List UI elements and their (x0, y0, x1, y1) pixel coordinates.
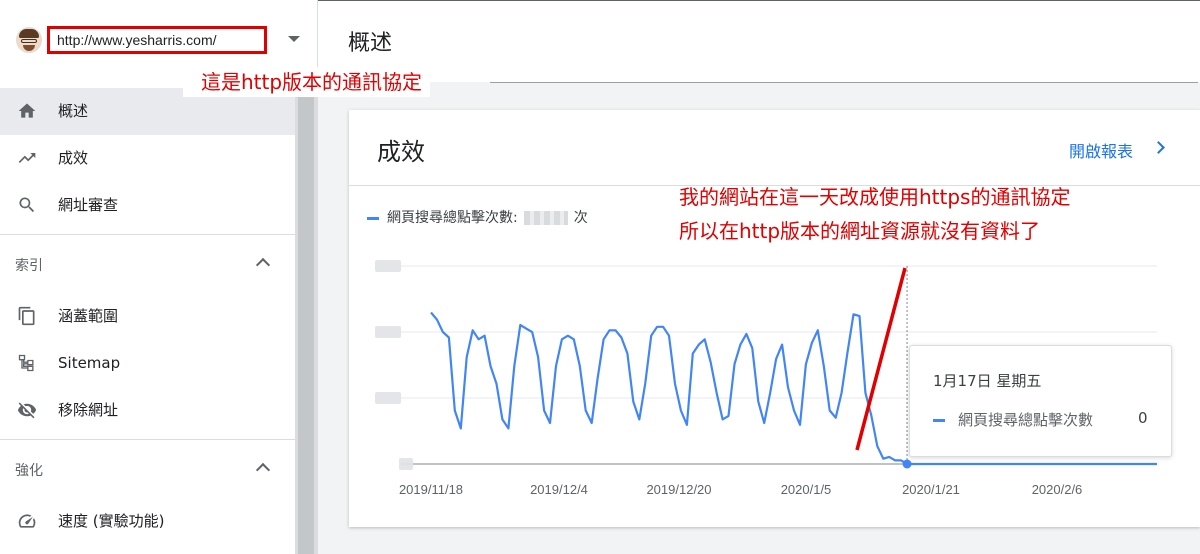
x-tick-label: 2019/12/4 (530, 482, 588, 497)
sidebar-item-coverage[interactable]: 涵蓋範圍 (0, 293, 295, 340)
sidebar-item-label: 移除網址 (58, 401, 119, 419)
sidebar-item-label: 速度 (實驗功能) (58, 512, 165, 530)
speed-icon (18, 514, 36, 528)
section-label: 強化 (15, 463, 43, 479)
divider (0, 234, 295, 235)
sidebar-nav: 概述 成效 網址審查 索引 涵蓋範圍 Sitemap 移除網址 強化 速度 (實… (0, 88, 295, 545)
sidebar-section-enhancements[interactable]: 強化 (0, 444, 295, 498)
x-tick-label: 2019/11/18 (399, 482, 463, 497)
annotation-divider (490, 82, 1198, 83)
sidebar-scrollbar-thumb[interactable] (298, 95, 314, 554)
clicks-line-chart[interactable]: 2019/11/18 2019/12/4 2019/12/20 2020/1/5 202… (349, 110, 1200, 527)
sidebar-item-removals[interactable]: 移除網址 (0, 387, 295, 434)
sidebar-item-label: Sitemap (58, 354, 121, 372)
tooltip-swatch (933, 419, 945, 422)
performance-card: 成效 開啟報表 網頁搜尋總點擊次數: 次 2019/11/18 2019/12/4 2… (349, 110, 1200, 527)
tooltip-series-label: 網頁搜尋總點擊次數 (958, 411, 1094, 429)
https-annotation-line-1: 我的網站在這一天改成使用https的通訊協定 (679, 185, 1071, 209)
y-tick-label-blurred (375, 326, 401, 338)
sitemap-icon (18, 354, 34, 372)
eye-off-icon (17, 402, 37, 419)
divider (0, 439, 295, 440)
search-console-root: http://www.yesharris.com/ 概述 成效 網址審查 索引 (0, 0, 1200, 554)
http-annotation: 這是http版本的通訊協定 (183, 67, 431, 97)
https-annotation: 我的網站在這一天改成使用https的通訊協定 所以在http版本的網址資源就沒有… (679, 180, 1070, 248)
y-tick-label-blurred (375, 392, 401, 404)
highlight-point (902, 459, 912, 469)
tooltip-date: 1月17日 星期五 (933, 372, 1042, 390)
sidebar-item-label: 涵蓋範圍 (58, 307, 119, 325)
chart-tooltip: 1月17日 星期五 網頁搜尋總點擊次數 0 (909, 345, 1172, 457)
x-tick-label: 2020/1/21 (902, 482, 960, 497)
page-header: 概述 (318, 0, 1200, 82)
x-tick-label: 2020/2/6 (1032, 482, 1083, 497)
search-icon (19, 197, 35, 213)
y-tick-label-blurred (399, 458, 413, 470)
sidebar-item-performance[interactable]: 成效 (0, 135, 295, 182)
x-tick-label: 2019/12/20 (646, 482, 711, 497)
sidebar-section-index[interactable]: 索引 (0, 239, 295, 293)
sidebar-item-url-inspection[interactable]: 網址審查 (0, 182, 295, 229)
property-url[interactable]: http://www.yesharris.com/ (47, 26, 267, 54)
chevron-up-icon[interactable] (255, 462, 271, 478)
sidebar-item-sitemap[interactable]: Sitemap (0, 340, 295, 387)
y-tick-label-blurred (375, 260, 401, 272)
tooltip-value: 0 (1138, 409, 1148, 427)
chevron-down-icon[interactable] (288, 36, 300, 42)
annotation-arrow (855, 267, 907, 451)
section-label: 索引 (15, 258, 43, 274)
sidebar-item-label: 網址審查 (58, 196, 119, 214)
chevron-up-icon[interactable] (255, 257, 271, 273)
sidebar-item-label: 成效 (58, 149, 89, 167)
page-title: 概述 (348, 31, 393, 56)
copy-icon (18, 306, 35, 326)
trending-up-icon (18, 153, 36, 163)
https-annotation-line-2: 所以在http版本的網址資源就沒有資料了 (679, 219, 1041, 243)
home-icon (18, 103, 36, 118)
avatar (16, 27, 42, 53)
sidebar-item-speed[interactable]: 速度 (實驗功能) (0, 498, 295, 545)
sidebar-item-label: 概述 (58, 102, 89, 120)
x-tick-label: 2020/1/5 (781, 482, 832, 497)
